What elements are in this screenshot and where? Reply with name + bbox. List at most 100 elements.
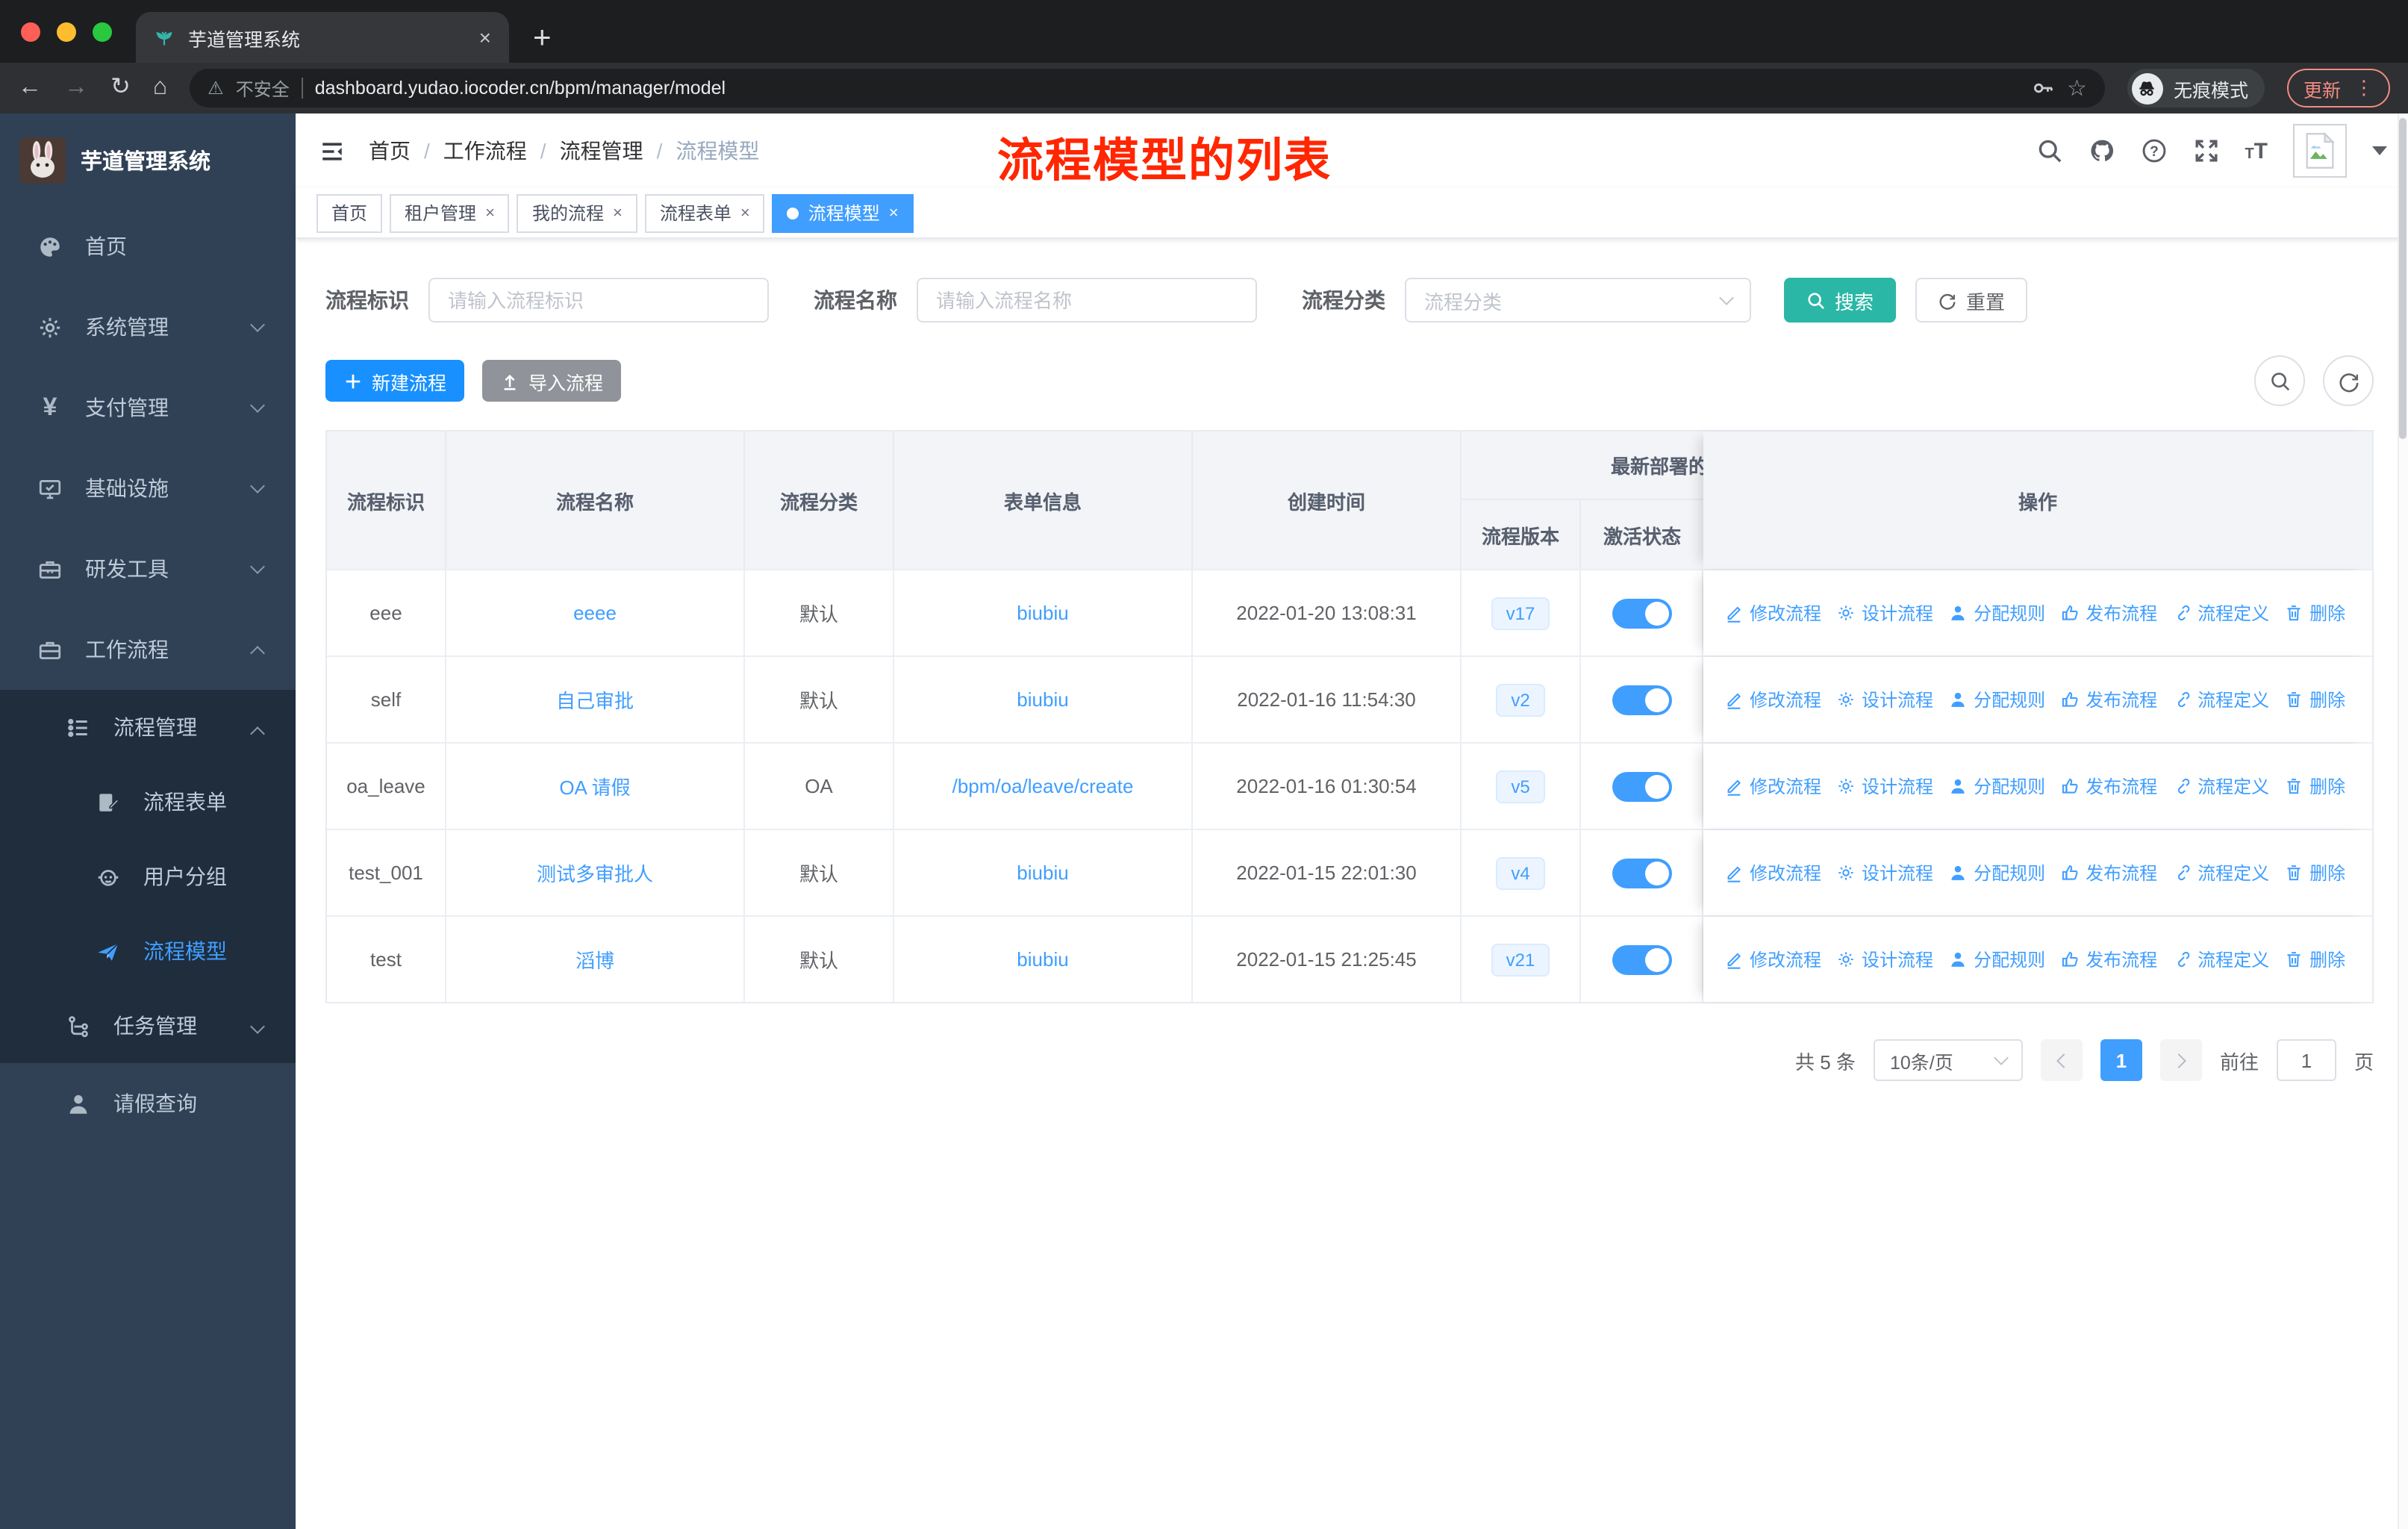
- window-controls[interactable]: [0, 0, 136, 63]
- category-select[interactable]: 流程分类: [1405, 278, 1751, 323]
- current-page-button[interactable]: 1: [2100, 1039, 2142, 1081]
- import-process-button[interactable]: 导入流程: [482, 360, 622, 402]
- modify-process-link[interactable]: 修改流程: [1724, 600, 1821, 626]
- publish-process-link[interactable]: 发布流程: [2060, 860, 2157, 885]
- model-name-link[interactable]: OA 请假: [559, 772, 630, 800]
- breadcrumb-process-mgmt[interactable]: 流程管理: [560, 136, 643, 166]
- process-definition-link[interactable]: 流程定义: [2172, 773, 2269, 799]
- tag-my-process[interactable]: 我的流程 ×: [517, 193, 637, 232]
- close-window-button[interactable]: [21, 22, 40, 41]
- avatar-caret-icon[interactable]: [2372, 146, 2387, 155]
- design-process-link[interactable]: 设计流程: [1836, 600, 1933, 626]
- sidebar-item-system[interactable]: 系统管理: [0, 287, 296, 367]
- design-process-link[interactable]: 设计流程: [1836, 947, 1933, 972]
- tag-close-icon[interactable]: ×: [485, 204, 495, 222]
- form-info-link[interactable]: biubiu: [1017, 688, 1068, 711]
- modify-process-link[interactable]: 修改流程: [1724, 773, 1821, 799]
- password-key-icon[interactable]: [2031, 76, 2055, 100]
- show-search-toggle-button[interactable]: [2254, 355, 2305, 406]
- help-icon[interactable]: ?: [2140, 137, 2167, 164]
- delete-link[interactable]: 删除: [2284, 600, 2345, 626]
- create-process-button[interactable]: 新建流程: [325, 360, 465, 402]
- publish-process-link[interactable]: 发布流程: [2060, 947, 2157, 972]
- design-process-link[interactable]: 设计流程: [1836, 687, 1933, 712]
- active-toggle[interactable]: [1612, 685, 1671, 714]
- model-name-link[interactable]: 自己审批: [556, 685, 634, 714]
- process-definition-link[interactable]: 流程定义: [2172, 860, 2269, 885]
- sidebar-item-home[interactable]: 首页: [0, 206, 296, 287]
- assign-rule-link[interactable]: 分配规则: [1948, 687, 2045, 712]
- assign-rule-link[interactable]: 分配规则: [1948, 860, 2045, 885]
- page-size-select[interactable]: 10条/页: [1873, 1039, 2023, 1081]
- forward-icon[interactable]: →: [64, 75, 88, 100]
- form-info-link[interactable]: biubiu: [1017, 948, 1068, 971]
- active-toggle[interactable]: [1612, 858, 1671, 888]
- sidebar-item-process-mgmt[interactable]: 流程管理: [0, 690, 296, 764]
- form-info-link[interactable]: biubiu: [1017, 602, 1068, 624]
- browser-tab[interactable]: 芋道管理系统 ×: [136, 12, 509, 63]
- github-icon[interactable]: [2088, 137, 2115, 164]
- update-button[interactable]: 更新 ⋮: [2286, 69, 2390, 108]
- goto-page-input[interactable]: [2276, 1039, 2336, 1081]
- process-definition-link[interactable]: 流程定义: [2172, 687, 2269, 712]
- modify-process-link[interactable]: 修改流程: [1724, 687, 1821, 712]
- model-name-link[interactable]: 测试多审批人: [537, 859, 653, 887]
- tag-tenant[interactable]: 租户管理 ×: [390, 193, 510, 232]
- tag-close-icon[interactable]: ×: [889, 204, 899, 222]
- sidebar-collapse-icon[interactable]: [296, 138, 369, 164]
- page-url[interactable]: dashboard.yudao.iocoder.cn/bpm/manager/m…: [315, 78, 2019, 99]
- breadcrumb-workflow[interactable]: 工作流程: [443, 136, 527, 166]
- next-page-button[interactable]: [2159, 1039, 2202, 1081]
- active-toggle[interactable]: [1612, 771, 1671, 801]
- assign-rule-link[interactable]: 分配规则: [1948, 947, 2045, 972]
- tag-process-model[interactable]: 流程模型 ×: [772, 193, 914, 232]
- design-process-link[interactable]: 设计流程: [1836, 773, 1933, 799]
- search-button[interactable]: 搜索: [1784, 278, 1897, 323]
- model-name-link[interactable]: eeee: [573, 602, 617, 624]
- tag-home[interactable]: 首页: [316, 193, 383, 232]
- delete-link[interactable]: 删除: [2284, 947, 2345, 972]
- reset-button[interactable]: 重置: [1915, 278, 2028, 323]
- page-scrollbar[interactable]: [2398, 113, 2408, 1529]
- scrollbar-thumb[interactable]: [2399, 118, 2407, 439]
- refresh-table-button[interactable]: [2323, 355, 2374, 406]
- active-toggle[interactable]: [1612, 598, 1671, 628]
- sidebar-item-devtools[interactable]: 研发工具: [0, 529, 296, 609]
- sidebar-item-process-model[interactable]: 流程模型: [0, 914, 296, 988]
- search-icon[interactable]: [2036, 137, 2062, 164]
- security-warning-icon[interactable]: ⚠: [208, 78, 224, 99]
- delete-link[interactable]: 删除: [2284, 860, 2345, 885]
- prev-page-button[interactable]: [2040, 1039, 2083, 1081]
- modify-process-link[interactable]: 修改流程: [1724, 860, 1821, 885]
- sidebar-item-user-group[interactable]: 用户分组: [0, 839, 296, 914]
- tag-close-icon[interactable]: ×: [613, 204, 623, 222]
- sidebar-item-process-form[interactable]: 流程表单: [0, 764, 296, 839]
- delete-link[interactable]: 删除: [2284, 687, 2345, 712]
- new-tab-button[interactable]: +: [533, 22, 552, 54]
- sidebar-item-task-mgmt[interactable]: 任务管理: [0, 988, 296, 1063]
- modify-process-link[interactable]: 修改流程: [1724, 947, 1821, 972]
- reload-icon[interactable]: ↻: [110, 75, 131, 100]
- zoom-window-button[interactable]: [93, 22, 112, 41]
- process-key-input[interactable]: [428, 278, 769, 323]
- sidebar-item-workflow[interactable]: 工作流程: [0, 609, 296, 690]
- process-definition-link[interactable]: 流程定义: [2172, 600, 2269, 626]
- model-name-link[interactable]: 滔博: [576, 945, 614, 974]
- address-bar[interactable]: ⚠ 不安全 dashboard.yudao.iocoder.cn/bpm/man…: [190, 69, 2105, 108]
- publish-process-link[interactable]: 发布流程: [2060, 600, 2157, 626]
- process-name-input[interactable]: [917, 278, 1257, 323]
- avatar[interactable]: [2293, 124, 2347, 178]
- form-info-link[interactable]: biubiu: [1017, 862, 1068, 884]
- fullscreen-icon[interactable]: [2192, 137, 2219, 164]
- form-info-link[interactable]: /bpm/oa/leave/create: [952, 775, 1134, 797]
- back-icon[interactable]: ←: [18, 75, 42, 100]
- design-process-link[interactable]: 设计流程: [1836, 860, 1933, 885]
- process-definition-link[interactable]: 流程定义: [2172, 947, 2269, 972]
- publish-process-link[interactable]: 发布流程: [2060, 773, 2157, 799]
- minimize-window-button[interactable]: [57, 22, 76, 41]
- tab-close-icon[interactable]: ×: [479, 27, 491, 48]
- tag-process-form[interactable]: 流程表单 ×: [644, 193, 765, 232]
- tag-close-icon[interactable]: ×: [740, 204, 750, 222]
- assign-rule-link[interactable]: 分配规则: [1948, 773, 2045, 799]
- sidebar-item-leave-query[interactable]: 请假查询: [0, 1063, 296, 1144]
